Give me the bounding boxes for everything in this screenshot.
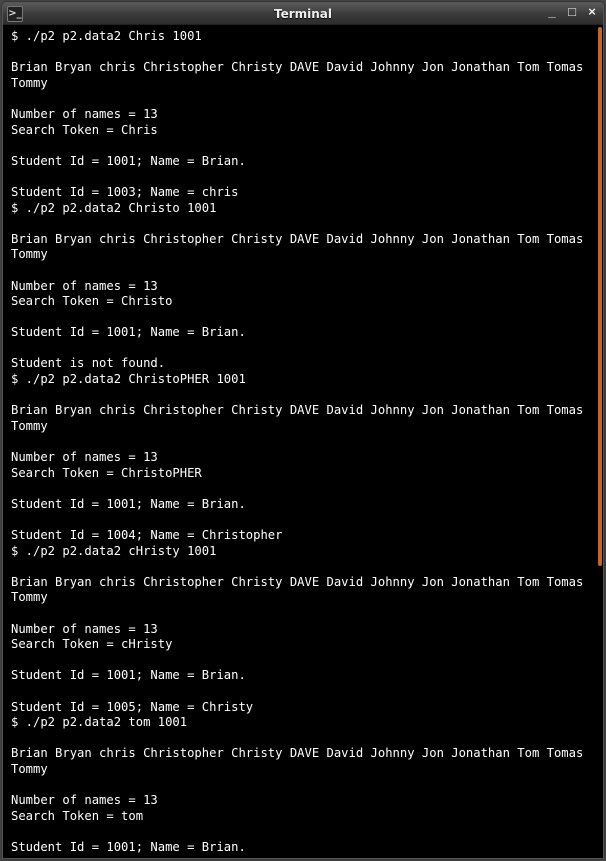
blank-line [11,388,597,404]
first-record: Student Id = 1001; Name = Brian. [11,840,597,856]
result-line: Student Id = 1003; Name = chris [11,185,597,201]
token-line: Search Token = Chris [11,123,597,139]
count-line: Number of names = 13 [11,793,597,809]
blank-line [11,606,597,622]
count-line: Number of names = 13 [11,107,597,123]
blank-line [11,169,597,185]
command-line: $ ./p2 p2.data2 Chris 1001 [11,29,597,45]
titlebar[interactable]: >_ Terminal _ □ × [3,3,603,25]
first-record: Student Id = 1001; Name = Brian. [11,497,597,513]
names-list: Brian Bryan chris Christopher Christy DA… [11,746,597,777]
names-list: Brian Bryan chris Christopher Christy DA… [11,232,597,263]
blank-line [11,731,597,747]
count-line: Number of names = 13 [11,450,597,466]
blank-line [11,824,597,840]
result-line: Student is not found. [11,356,597,372]
names-list: Brian Bryan chris Christopher Christy DA… [11,403,597,434]
names-list: Brian Bryan chris Christopher Christy DA… [11,60,597,91]
first-record: Student Id = 1001; Name = Brian. [11,668,597,684]
minimize-button[interactable]: _ [545,5,559,19]
blank-line [11,481,597,497]
names-list: Brian Bryan chris Christopher Christy DA… [11,575,597,606]
close-button[interactable]: × [585,5,599,19]
result-line: Student Id = 1005; Name = Christy [11,700,597,716]
first-record: Student Id = 1001; Name = Brian. [11,325,597,341]
blank-line [11,855,597,858]
blank-line [11,653,597,669]
token-line: Search Token = ChristoPHER [11,466,597,482]
blank-line [11,512,597,528]
result-line: Student Id = 1004; Name = Christopher [11,528,597,544]
first-record: Student Id = 1001; Name = Brian. [11,154,597,170]
blank-line [11,778,597,794]
command-line: $ ./p2 p2.data2 Christo 1001 [11,201,597,217]
window-controls: _ □ × [545,5,599,19]
blank-line [11,559,597,575]
command-line: $ ./p2 p2.data2 ChristoPHER 1001 [11,372,597,388]
count-line: Number of names = 13 [11,622,597,638]
window-title: Terminal [3,7,603,21]
blank-line [11,45,597,61]
blank-line [11,263,597,279]
scrollbar-thumb[interactable] [598,27,602,566]
scrollbar[interactable] [598,27,602,856]
blank-line [11,216,597,232]
blank-line [11,138,597,154]
blank-line [11,341,597,357]
token-line: Search Token = cHristy [11,637,597,653]
count-line: Number of names = 13 [11,279,597,295]
blank-line [11,434,597,450]
token-line: Search Token = tom [11,809,597,825]
terminal-app-icon: >_ [7,6,23,22]
command-line: $ ./p2 p2.data2 tom 1001 [11,715,597,731]
terminal-window: >_ Terminal _ □ × $ ./p2 p2.data2 Chris … [2,2,604,859]
token-line: Search Token = Christo [11,294,597,310]
maximize-button[interactable]: □ [565,5,579,19]
blank-line [11,91,597,107]
command-line: $ ./p2 p2.data2 cHristy 1001 [11,544,597,560]
blank-line [11,310,597,326]
blank-line [11,684,597,700]
terminal-output[interactable]: $ ./p2 p2.data2 Chris 1001 Brian Bryan ch… [3,25,603,858]
